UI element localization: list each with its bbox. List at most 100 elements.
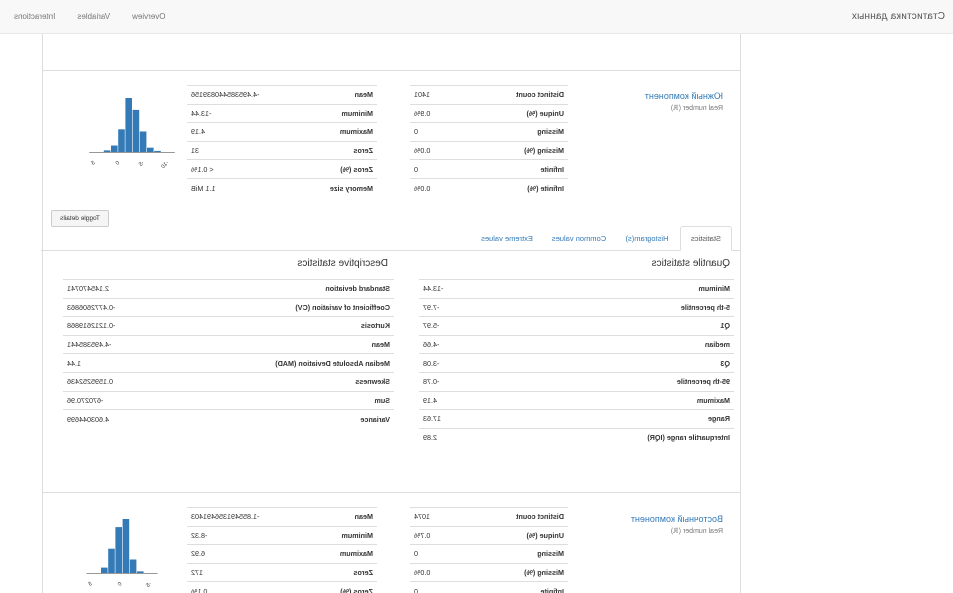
stat-value: 0.1% [187,581,311,593]
variable-stats-table-left: Distinct count 1074 Unique (%) 0.7% Missing 0… [410,507,568,593]
histogram-tick-label: 5 [90,160,96,166]
histogram-bar [139,131,147,152]
table-row: Zeros 31 [187,141,377,160]
stat-value: -0.1212619868 [63,316,168,336]
stat-value: 0.9% [410,104,458,123]
stat-label: Range [494,409,734,429]
table-row: Variance 4.603044699 [63,409,394,429]
stat-value: 4.603044699 [63,409,168,429]
table-row: median -4.66 [419,335,734,354]
stat-value: 0 [410,581,458,593]
table-row: Infinite 0 [410,581,568,593]
variable-name[interactable]: Восточный компонент [631,514,723,524]
stat-value: 1.44 [63,353,168,373]
stat-label: Q1 [494,316,734,336]
variable-type: Real number (ℝ) [670,105,723,112]
toggle-details-button[interactable]: Toggle details [51,210,109,227]
histogram-tick-label: -5 [145,581,153,589]
histogram-tick-label: 5 [87,581,93,587]
tab-histograms[interactable]: Histogram(s) [616,226,678,251]
table-row: Sum -670270.96 [63,391,394,410]
tab-common-values[interactable]: Common values [544,226,614,251]
stat-value: 4.19 [419,391,495,410]
table-row: Q1 -5.97 [419,316,734,336]
histogram-bar [129,559,137,573]
navbar-brand[interactable]: Статистика данных [852,11,945,22]
stat-value: 0.0% [410,563,458,582]
histogram-bar [147,147,154,152]
table-row: Unique (%) 0.7% [410,526,568,545]
histogram-bar [132,109,140,152]
histogram-bar [103,150,111,152]
stat-value: -670270.96 [63,391,168,410]
stat-label: Missing (%) [457,141,568,160]
stat-value: 0.7% [410,526,458,545]
stat-label: Mean [310,507,377,527]
table-row: Minimum -13.44 [419,279,734,299]
stat-value: 0.0% [410,178,458,198]
stat-label: Coefficient of variation (CV) [167,298,394,317]
stat-label: Maximum [310,544,377,564]
divider [43,70,740,71]
stat-label: 95-th percentile [494,372,734,392]
stat-label: Missing (%) [457,563,568,582]
table-row: Memory size 1.1 MiB [187,178,377,198]
stat-label: Sum [167,391,394,410]
mini-histogram: -10 -5 0 5 [89,98,175,168]
stat-value: -7.97 [419,298,495,317]
stat-label: Unique (%) [457,526,568,545]
stat-value: 4.19 [187,122,301,142]
descriptive-statistics-title: Descriptive statistics [297,258,388,269]
variable-stats-table-right: Mean -1.855491356491403 Minimum -8.32 Maximu… [187,507,377,593]
stat-label: Distinct count [457,85,568,105]
top-navbar: Статистика данных Overview Variables Int… [0,0,953,34]
detail-tabs: Statistics Histogram(s) Common values Ex… [41,226,740,251]
histogram-bar [108,548,115,573]
stat-value: -5.97 [419,316,495,336]
stat-label: Infinite [457,581,568,593]
stat-value: 1401 [410,85,458,105]
stat-label: median [494,335,734,354]
stat-label: Minimum [310,526,377,545]
nav-link-variables[interactable]: Variables [77,12,110,21]
table-row: Infinite (%) 0.0% [410,178,568,198]
table-row: Maximum 4.19 [419,391,734,410]
nav-link-overview[interactable]: Overview [132,12,165,21]
stat-label: Interquartile range (IQR) [494,428,734,447]
histogram-tick-label: 0 [117,581,123,587]
stat-label: Mean [167,335,394,354]
quantile-statistics-table: Minimum -13.44 5-th percentile -7.97 Q1 -5.97… [419,279,734,447]
histogram-bar [154,150,161,152]
stat-label: Median Absolute Deviation (MAD) [167,353,394,373]
stat-label: Skewness [167,372,394,392]
histogram-bar [101,567,108,573]
table-row: Unique (%) 0.9% [410,104,568,123]
stat-label: Minimum [300,104,377,123]
stat-value: 2.145470741 [63,279,168,299]
stat-label: Memory size [300,178,377,198]
table-row: Zeros (%) < 0.1% [187,159,377,179]
stat-label: 5-th percentile [494,298,734,317]
stat-value: 172 [187,563,311,582]
stat-value: 0 [410,544,458,564]
nav-link-interactions[interactable]: Interactions [14,12,55,21]
table-row: Coefficient of variation (CV) -0.47726068… [63,298,394,317]
table-row: Q3 -3.08 [419,353,734,373]
stat-value: 2.89 [419,428,495,447]
tab-extreme-values[interactable]: Extreme values [472,226,542,251]
histogram-bar [137,571,144,573]
tab-statistics[interactable]: Statistics [680,226,732,251]
variable-stats-table-right: Mean -4.495385440839156 Minimum -13.44 Maxim… [187,85,377,198]
table-row: Range 17.63 [419,409,734,429]
table-row: Skewness 0.1595252436 [63,372,394,392]
mirrored-viewport: Статистика данных Overview Variables Int… [0,0,953,593]
stat-label: Maximum [300,122,377,142]
table-row: Missing (%) 0.0% [410,563,568,582]
navbar-links: Overview Variables Interactions [14,12,165,21]
stat-value: 17.63 [419,409,495,429]
stat-label: Minimum [494,279,734,299]
table-row: Maximum 6.92 [187,544,377,564]
variable-name[interactable]: Южный компонент [645,91,723,101]
stat-label: Zeros [310,563,377,582]
histogram-tick-label: -10 [160,160,170,168]
